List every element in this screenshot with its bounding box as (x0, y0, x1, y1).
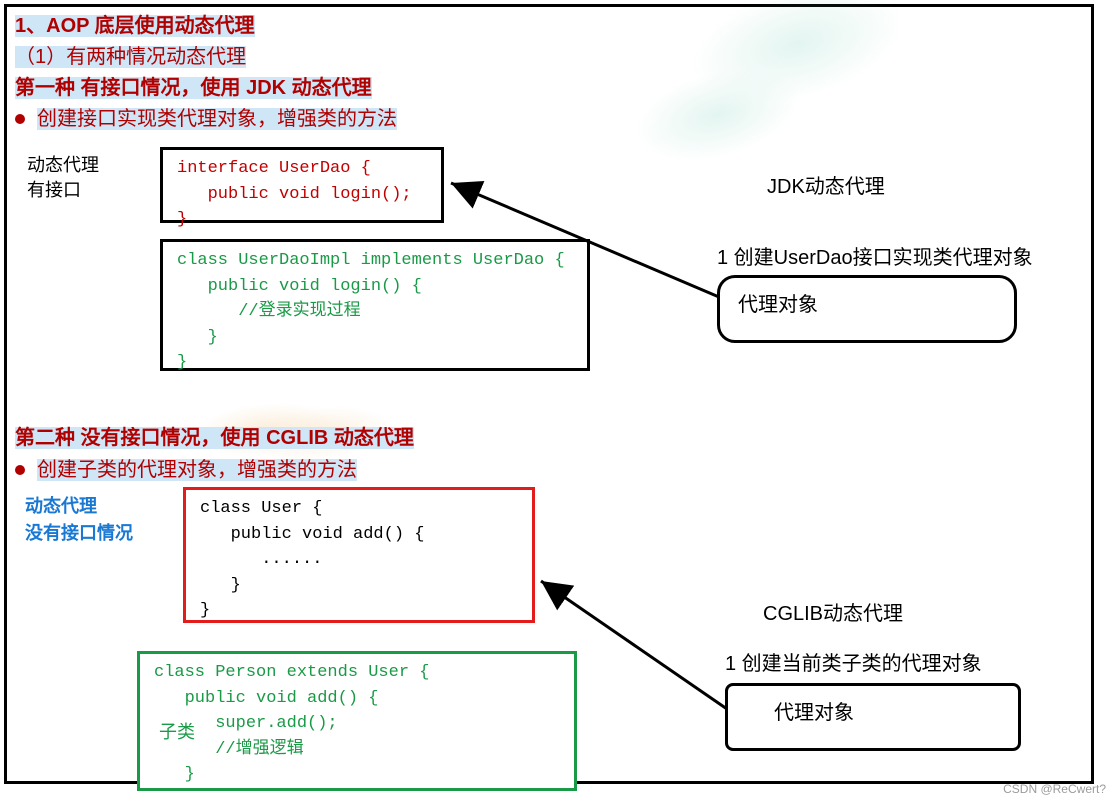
bullet-icon (15, 465, 25, 475)
bullet-text: 创建接口实现类代理对象，增强类的方法 (37, 108, 397, 130)
label-cglib-side: 动态代理 没有接口情况 (25, 493, 133, 547)
label-cglib-step: 1 创建当前类子类的代理对象 (725, 647, 982, 676)
box-cglib-proxy-object: 代理对象 (725, 683, 1021, 751)
heading-jdk: 第一种 有接口情况，使用 JDK 动态代理 (15, 73, 1083, 104)
bullet-text: 创建子类的代理对象，增强类的方法 (37, 459, 357, 481)
document-page: 1、AOP 底层使用动态代理 （1）有两种情况动态代理 第一种 有接口情况，使用… (4, 4, 1094, 784)
label-jdk-step: 1 创建UserDao接口实现类代理对象 (717, 241, 1033, 270)
code-class-userdaoimpl: class UserDaoImpl implements UserDao { p… (160, 239, 590, 371)
label-line: 动态代理 (25, 496, 97, 516)
label-jdk-side: 动态代理 有接口 (27, 153, 99, 203)
code-text: class UserDaoImpl implements UserDao { p… (177, 251, 565, 372)
bullet-icon (15, 114, 25, 124)
code-text: class User { public void add() { ...... … (200, 499, 424, 620)
heading-text: （1）有两种情况动态代理 (15, 46, 246, 68)
code-class-person: class Person extends User { public void … (137, 651, 577, 791)
code-text: interface UserDao { public void login();… (177, 159, 412, 229)
proxy-label: 代理对象 (774, 702, 854, 724)
bullet-jdk: 创建接口实现类代理对象，增强类的方法 (15, 104, 1083, 135)
label-cglib-proxy-title: CGLIB动态代理 (763, 597, 903, 626)
subheading-two-cases: （1）有两种情况动态代理 (15, 42, 1083, 73)
label-line: 没有接口情况 (25, 523, 133, 543)
label-line: 有接口 (27, 180, 81, 200)
heading-aop: 1、AOP 底层使用动态代理 (15, 11, 1083, 42)
label-subclass: 子类 (159, 719, 195, 746)
code-text: class Person extends User { public void … (154, 663, 429, 784)
code-class-user: class User { public void add() { ...... … (183, 487, 535, 623)
code-interface-userdao: interface UserDao { public void login();… (160, 147, 444, 223)
label-jdk-proxy-title: JDK动态代理 (767, 170, 885, 199)
heading-text: 1、AOP 底层使用动态代理 (15, 15, 255, 37)
label-line: 动态代理 (27, 155, 99, 175)
heading-text: 第二种 没有接口情况，使用 CGLIB 动态代理 (15, 427, 414, 449)
heading-text: 第一种 有接口情况，使用 JDK 动态代理 (15, 77, 372, 99)
heading-cglib: 第二种 没有接口情况，使用 CGLIB 动态代理 (15, 423, 414, 454)
proxy-label: 代理对象 (738, 294, 818, 316)
bullet-cglib: 创建子类的代理对象，增强类的方法 (15, 455, 357, 486)
box-jdk-proxy-object: 代理对象 (717, 275, 1017, 343)
